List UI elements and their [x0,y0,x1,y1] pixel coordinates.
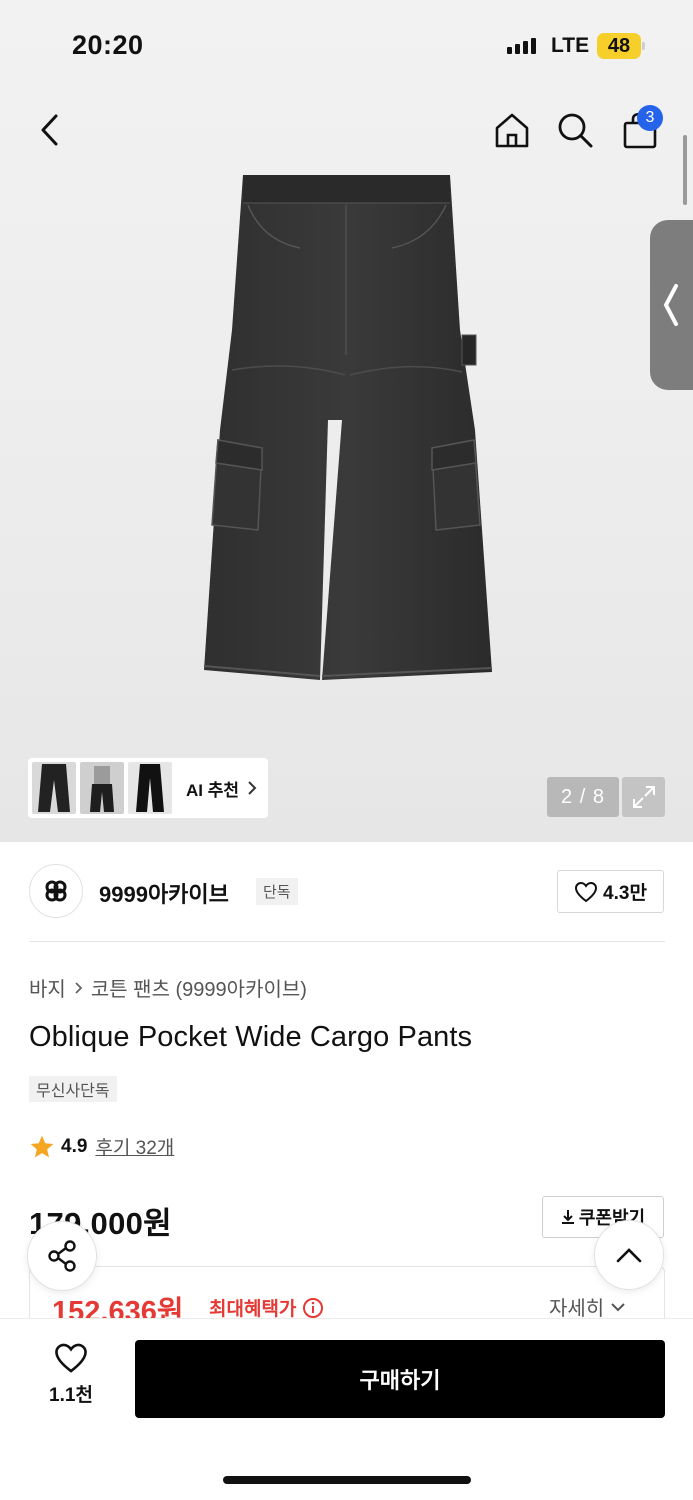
brand-logo-icon [45,880,67,902]
exclusive-tag: 무신사단독 [29,1076,117,1102]
model-thumbnail-icon [90,766,114,812]
pants-thumbnail-icon [136,764,164,812]
chevron-left-icon [41,114,58,146]
chevron-down-icon [611,1302,625,1311]
ai-recommend-link[interactable]: AI 추천 [186,776,257,801]
breadcrumb-category[interactable]: 바지 [29,973,66,1002]
chevron-left-icon [663,284,678,326]
chevron-right-icon [75,981,83,994]
expand-button[interactable] [622,777,665,817]
breadcrumb: 바지 코튼 팬츠 (9999아카이브) [29,973,307,1002]
product-title: Oblique Pocket Wide Cargo Pants [29,1021,473,1053]
wishlist-count: 1.1천 [49,1385,93,1406]
brand-exclusive-tag: 단독 [256,878,298,905]
status-time: 20:20 [72,30,144,60]
info-icon[interactable] [302,1297,324,1319]
share-icon [48,1240,76,1272]
scrollbar[interactable] [683,135,687,205]
heart-icon [55,1343,87,1373]
network-type: LTE [551,34,590,57]
benefit-label-text: 최대혜택가 [209,1299,297,1320]
chevron-up-icon [616,1248,642,1263]
search-button[interactable] [553,108,597,152]
heart-icon [575,881,598,902]
battery-tip [642,42,645,50]
breadcrumb-subcategory[interactable]: 코튼 팬츠 (9999아카이브) [91,973,307,1002]
thumbnail-image[interactable] [32,762,76,814]
wishlist-button[interactable]: 1.1천 [40,1342,102,1407]
ai-recommend-label: AI 추천 [186,780,240,800]
buy-button[interactable]: 구매하기 [135,1340,665,1418]
brand-like-count: 4.3만 [603,883,647,904]
expand-icon [632,786,655,808]
review-link[interactable]: 후기 32개 [95,1133,174,1160]
brand-like-button[interactable]: 4.3만 [557,870,664,913]
pants-thumbnail-icon [38,764,70,812]
benefit-label: 최대혜택가 [209,1294,324,1321]
product-image-gallery[interactable]: 20:20 LTE 48 3 AI 추천 2 / 8 [0,0,693,842]
home-indicator [223,1476,471,1484]
benefit-more-label: 자세히 [549,1298,605,1320]
star-icon [30,1135,54,1157]
home-icon [495,113,529,148]
search-icon [558,113,593,148]
share-button[interactable] [27,1221,97,1291]
divider [29,941,665,942]
ai-recommend-strip[interactable]: AI 추천 [28,758,268,818]
battery-icon: 48 [597,33,641,59]
rating-score: 4.9 [61,1135,88,1157]
rating-row[interactable]: 4.9 후기 32개 [29,1133,174,1160]
benefit-details-toggle[interactable]: 자세히 [549,1292,626,1321]
image-counter: 2 / 8 [547,777,619,817]
scroll-top-button[interactable] [594,1220,664,1290]
home-button[interactable] [490,108,534,152]
thumbnail-image[interactable] [80,762,124,814]
back-button[interactable] [28,108,72,152]
cart-count-badge: 3 [637,105,663,131]
thumbnail-image[interactable] [128,762,172,814]
brand-logo[interactable] [29,864,83,918]
side-drawer-tab[interactable] [650,220,693,390]
chevron-right-icon [248,781,257,795]
signal-icon [507,38,536,54]
download-icon [561,1210,574,1224]
brand-name[interactable]: 9999아카이브 [99,877,229,909]
